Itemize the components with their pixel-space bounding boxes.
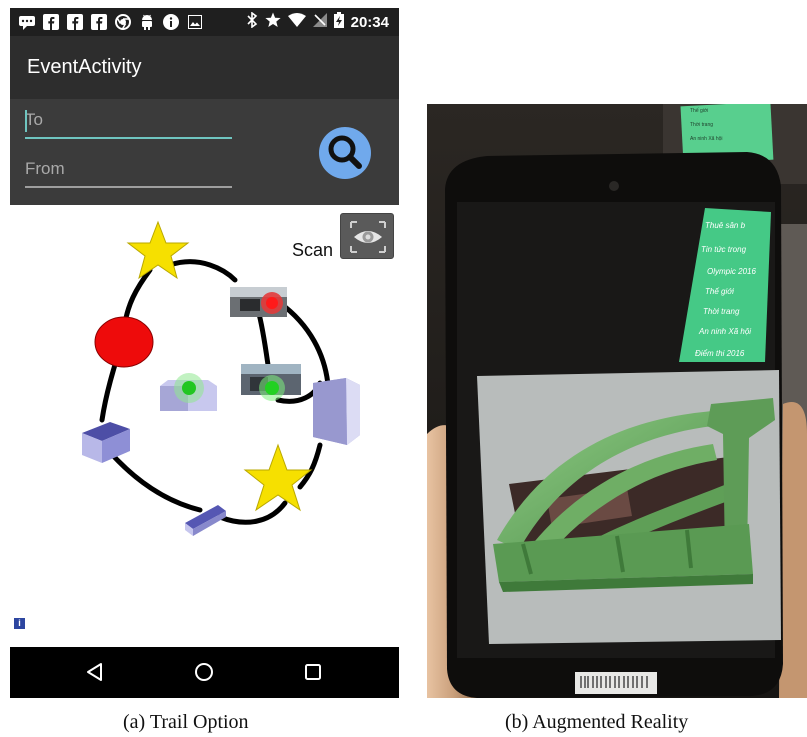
star-marker[interactable]	[243, 443, 313, 512]
home-button[interactable]	[191, 659, 217, 685]
ar-menu-item: Điểm thi 2016	[695, 349, 745, 358]
to-underline	[25, 137, 232, 139]
green-cube-marker[interactable]	[160, 373, 217, 411]
scan-button[interactable]	[340, 213, 394, 259]
ar-menu-item: Olympic 2016	[707, 267, 756, 276]
augmented-reality-photo: Thế giới Thời trang An ninh Xã hội Thuê …	[427, 104, 807, 698]
home-icon	[195, 663, 213, 681]
from-input[interactable]	[25, 154, 232, 184]
star-icon	[265, 12, 281, 33]
ar-menu-item: An ninh Xã hội	[698, 327, 751, 336]
message-icon	[18, 13, 36, 31]
photo-marker-red[interactable]	[230, 287, 287, 317]
system-icons: 20:34	[246, 11, 389, 33]
navigation-bar	[10, 647, 399, 698]
notification-icons	[18, 13, 204, 31]
trail-map[interactable]: Scan i	[10, 205, 399, 645]
image-icon	[186, 13, 204, 31]
to-input[interactable]	[25, 105, 232, 135]
background-note-line: Thế giới	[690, 108, 708, 114]
to-field[interactable]	[25, 105, 232, 139]
caption-a: (a) Trail Option	[123, 711, 249, 733]
ar-photo-drawing: Thế giới Thời trang An ninh Xã hội Thuê …	[427, 104, 807, 698]
app-bar: EventActivity	[10, 36, 399, 99]
trail-drawing	[82, 220, 360, 536]
caption-b: (b) Augmented Reality	[505, 711, 689, 733]
recents-icon	[305, 664, 321, 680]
facebook-icon	[66, 13, 84, 31]
map-info-icon[interactable]: i	[14, 618, 25, 629]
info-icon	[162, 13, 180, 31]
search-button[interactable]	[319, 127, 371, 179]
blue-box-marker[interactable]	[82, 422, 130, 463]
barcode-sticker	[575, 672, 657, 694]
star-marker[interactable]	[126, 220, 190, 280]
back-icon	[87, 663, 102, 681]
phone-camera	[609, 181, 619, 191]
back-button[interactable]	[83, 659, 109, 685]
text-caret	[25, 110, 27, 132]
ar-menu-item: Thuê sân b	[705, 221, 746, 230]
scan-label: Scan	[292, 240, 334, 260]
facebook-icon	[42, 13, 60, 31]
from-underline	[25, 186, 232, 188]
background-note-line: Thời trang	[690, 122, 713, 128]
clock: 20:34	[350, 14, 389, 31]
bluetooth-icon	[246, 11, 258, 33]
search-icon	[328, 135, 362, 169]
red-circle-marker[interactable]	[94, 316, 154, 368]
from-field[interactable]	[25, 154, 232, 188]
ar-menu-item: Tin tức trong	[701, 245, 747, 254]
no-signal-icon	[312, 13, 327, 32]
recents-button[interactable]	[300, 659, 326, 685]
facebook-icon	[90, 13, 108, 31]
app-title: EventActivity	[27, 56, 142, 78]
phone-screenshot: 20:34 EventActivity To From Scan i	[10, 8, 399, 698]
ar-menu-item: Thế giới	[705, 287, 734, 296]
android-icon	[138, 13, 156, 31]
battery-charging-icon	[333, 12, 344, 33]
chrome-icon	[114, 13, 132, 31]
purple-box-marker[interactable]	[313, 378, 360, 445]
background-note-line: An ninh Xã hội	[690, 136, 723, 142]
status-bar: 20:34	[10, 8, 399, 36]
wifi-icon	[287, 13, 306, 32]
right-hand	[779, 402, 807, 698]
photo-marker-green[interactable]	[241, 364, 301, 401]
eye-scan-icon	[350, 221, 386, 253]
ar-menu-item: Thời trang	[703, 307, 740, 316]
route-form	[10, 99, 399, 205]
